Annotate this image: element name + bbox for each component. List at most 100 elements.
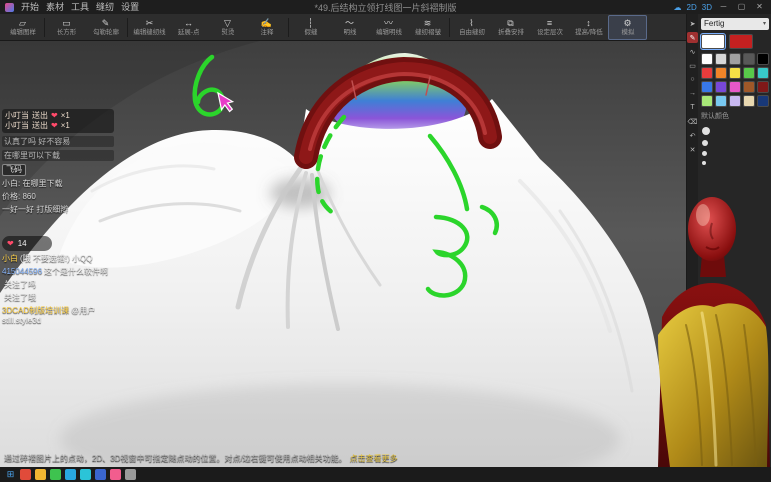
tool-label: 设定层次 xyxy=(536,28,563,36)
taskbar-explorer-icon[interactable] xyxy=(35,469,46,480)
minimize-button[interactable]: ─ xyxy=(717,0,730,14)
system-notice: 在哪里可以下载 xyxy=(2,150,114,161)
brush-size-option[interactable] xyxy=(702,140,708,146)
tool-set-layer[interactable]: ≡ 设定层次 xyxy=(530,15,569,40)
tool-sew-pucker[interactable]: ≋ 缝纫褶皱 xyxy=(408,15,447,40)
edit-topstitch-icon: 〰 xyxy=(383,17,393,28)
tool-trace-outline[interactable]: ✎ 勾勒轮廓 xyxy=(86,15,125,40)
eraser-tool-icon[interactable]: ⌫ xyxy=(687,116,698,127)
taskbar-settings-icon[interactable] xyxy=(125,469,136,480)
default-colors-label: 默认颜色 xyxy=(701,113,729,120)
palette-swatch[interactable] xyxy=(729,81,741,93)
menu-start[interactable]: 开始 xyxy=(21,0,39,14)
palette-swatch[interactable] xyxy=(729,95,741,107)
menu-tools[interactable]: 工具 xyxy=(71,0,89,14)
chat-message: 小白 (哦 不要选错!) 小QQ xyxy=(2,254,93,263)
palette-swatch[interactable] xyxy=(701,95,713,107)
palette-swatch[interactable] xyxy=(729,67,741,79)
tool-baste[interactable]: ┆ 假缝 xyxy=(291,15,330,40)
close-button[interactable]: ✕ xyxy=(753,0,766,14)
palette-swatch[interactable] xyxy=(743,67,755,79)
taskbar-cloud-icon[interactable] xyxy=(80,469,91,480)
tool-label: 明线 xyxy=(343,28,356,36)
trace-outline-icon: ✎ xyxy=(101,17,110,28)
like-count: 14 xyxy=(17,239,27,248)
taskbar-docs-icon[interactable] xyxy=(95,469,106,480)
more-link[interactable]: 点击查看更多 xyxy=(350,454,398,463)
palette-swatch[interactable] xyxy=(743,53,755,65)
tool-label: 编辑缝纫线 xyxy=(133,28,166,36)
tool-simulate[interactable]: ⚙ 模拟 xyxy=(608,14,647,40)
taskbar-media-icon[interactable] xyxy=(110,469,121,480)
viewport-3d[interactable]: 小叮当 送出 ❤ ×1 小叮当 送出 ❤ ×1 认真了吗 好不容易 在哪里可以下载 … xyxy=(0,41,686,467)
view-2d-button[interactable]: 2D xyxy=(687,3,697,12)
current-color-primary[interactable] xyxy=(700,33,726,50)
palette-swatch[interactable] xyxy=(715,67,727,79)
taskbar: ⊞ xyxy=(0,467,771,482)
title-bar: 开始 素材 工具 缝纫 设置 *49.后结构立领打线图一片斜褶制版 ☁ 2D 3… xyxy=(0,0,771,14)
chat-overlay[interactable]: 小叮当 送出 ❤ ×1 小叮当 送出 ❤ ×1 认真了吗 好不容易 在哪里可以下载 … xyxy=(2,109,114,326)
palette-swatch[interactable] xyxy=(701,67,713,79)
taskbar-browser-icon[interactable] xyxy=(20,469,31,480)
window-title: *49.后结构立领打线图一片斜褶制版 xyxy=(314,2,457,13)
palette-swatch[interactable] xyxy=(701,81,713,93)
tool-label: 提高/降低 xyxy=(574,28,603,36)
cloud-sync-icon[interactable]: ☁ xyxy=(674,3,682,12)
topstitch-icon: 〜 xyxy=(344,17,354,28)
tool-extend[interactable]: ↔ 延展-点 xyxy=(169,15,208,40)
taskbar-wechat-icon[interactable] xyxy=(50,469,61,480)
palette-swatch[interactable] xyxy=(757,53,769,65)
palette-swatch[interactable] xyxy=(757,81,769,93)
tool-label: 熨烫 xyxy=(221,28,234,36)
tool-rectangle[interactable]: ▭ 长方形 xyxy=(47,15,86,40)
ellipse-tool-icon[interactable]: ○ xyxy=(687,74,698,85)
menu-material[interactable]: 素材 xyxy=(46,0,64,14)
tool-iron[interactable]: ▽ 熨烫 xyxy=(208,15,247,40)
current-color-secondary[interactable] xyxy=(729,34,753,49)
tool-edit-sewing[interactable]: ✂ 编辑缝纫线 xyxy=(130,15,169,40)
tool-annotate[interactable]: ✍ 注释 xyxy=(247,15,286,40)
menu-sewing[interactable]: 缝纫 xyxy=(96,0,114,14)
brush-size-option[interactable] xyxy=(702,161,706,165)
arrow-tool-icon[interactable]: → xyxy=(687,88,698,99)
brush-size-option[interactable] xyxy=(702,151,707,156)
preset-dropdown[interactable]: Fertig ▾ xyxy=(701,18,769,30)
maximize-button[interactable]: ▢ xyxy=(735,0,748,14)
undo-tool-icon[interactable]: ↶ xyxy=(687,130,698,141)
tool-edit-topstitch[interactable]: 〰 编辑明线 xyxy=(369,15,408,40)
annotate-icon: ✍ xyxy=(260,17,273,28)
text-tool-icon[interactable]: T xyxy=(687,102,698,113)
like-counter[interactable]: ❤ 14 xyxy=(2,236,52,251)
iron-icon: ▽ xyxy=(224,17,231,28)
chat-info: 小白: 在哪里下载 xyxy=(2,179,63,188)
palette-swatch[interactable] xyxy=(743,95,755,107)
palette-swatch[interactable] xyxy=(757,67,769,79)
rect-tool-icon[interactable]: ▭ xyxy=(687,60,698,71)
pen-tool-icon[interactable]: ✎ xyxy=(687,32,698,43)
palette-swatch[interactable] xyxy=(729,53,741,65)
tool-label: 长方形 xyxy=(56,28,77,36)
palette-swatch[interactable] xyxy=(743,81,755,93)
palette-swatch[interactable] xyxy=(715,95,727,107)
brush-sizes xyxy=(701,125,769,167)
view-3d-button[interactable]: 3D xyxy=(702,3,712,12)
tool-edit-pattern[interactable]: ▱ 编辑图样 xyxy=(3,15,42,40)
palette-swatch[interactable] xyxy=(715,53,727,65)
tool-topstitch[interactable]: 〜 明线 xyxy=(330,15,369,40)
palette-swatch[interactable] xyxy=(715,81,727,93)
gift-panel: 小叮当 送出 ❤ ×1 小叮当 送出 ❤ ×1 xyxy=(2,109,114,133)
cursor-tool-icon[interactable]: ➤ xyxy=(687,18,698,29)
menu-settings[interactable]: 设置 xyxy=(121,0,139,14)
palette-swatch[interactable] xyxy=(757,95,769,107)
tool-free-sew[interactable]: ⌇ 自由缝纫 xyxy=(452,15,491,40)
palette-swatch[interactable] xyxy=(701,53,713,65)
start-button[interactable]: ⊞ xyxy=(5,469,16,480)
taskbar-qq-icon[interactable] xyxy=(65,469,76,480)
tool-fold-arrange[interactable]: ⧉ 折叠安排 xyxy=(491,15,530,40)
close-tool-icon[interactable]: ✕ xyxy=(687,144,698,155)
avatar-preview[interactable] xyxy=(656,185,771,467)
brush-size-option[interactable] xyxy=(702,127,710,135)
color-palette xyxy=(701,53,769,107)
highlighter-tool-icon[interactable]: ∿ xyxy=(687,46,698,57)
tool-raise-lower[interactable]: ↕ 提高/降低 xyxy=(569,15,608,40)
